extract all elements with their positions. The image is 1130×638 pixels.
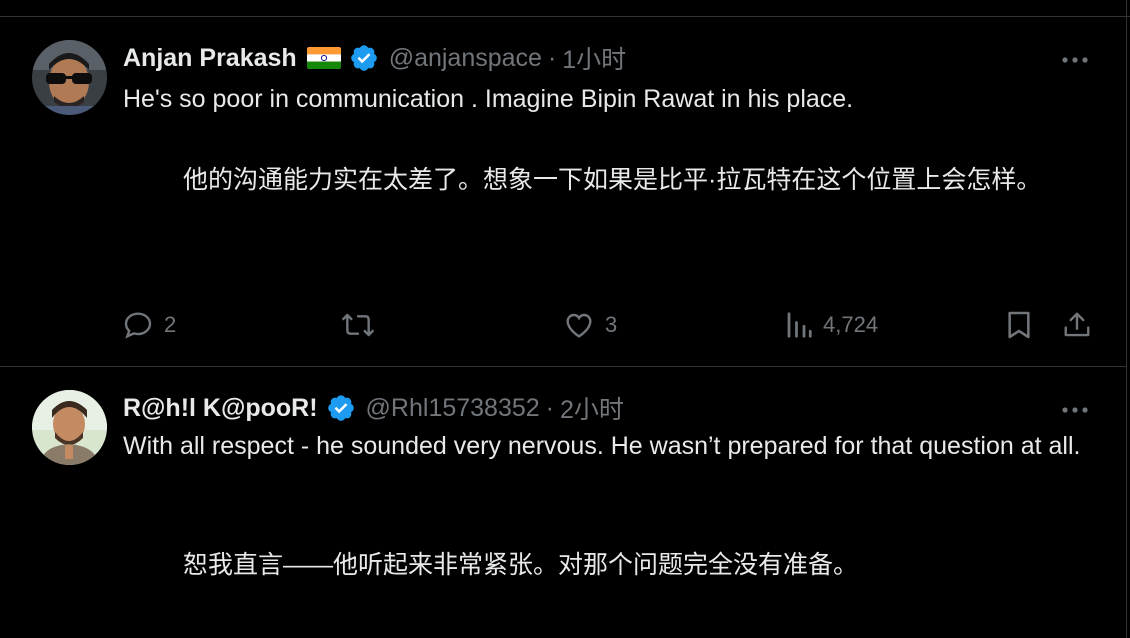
tweet-header: R@h!l K@pooR! @Rhl15738352 · 2小时	[123, 391, 624, 425]
tweet[interactable]: R@h!l K@pooR! @Rhl15738352 · 2小时 With al…	[0, 367, 1126, 638]
tweet-header: Anjan Prakash @anjanspace · 1小时	[123, 41, 626, 75]
avatar[interactable]	[32, 390, 107, 465]
timestamp[interactable]: 2小时	[560, 390, 624, 426]
display-name[interactable]: Anjan Prakash	[123, 44, 297, 73]
avatar[interactable]	[32, 40, 107, 115]
views-button[interactable]: 4,724	[785, 307, 878, 343]
tweet-translation: 他的沟通能力实在太差了。想象一下如果是比平·拉瓦特在这个位置上会怎样。	[183, 166, 1042, 194]
verified-badge-icon[interactable]	[349, 43, 379, 73]
reply-count: 2	[164, 312, 177, 337]
like-icon	[563, 309, 595, 341]
display-name[interactable]: R@h!l K@pooR!	[123, 394, 318, 423]
reply-button[interactable]: 2	[122, 307, 176, 343]
separator: ·	[547, 43, 557, 72]
tweet-actions: 2 3 4,724	[0, 307, 1126, 343]
bookmark-button[interactable]	[1004, 307, 1034, 343]
timestamp[interactable]: 1小时	[562, 40, 626, 76]
like-button[interactable]: 3	[563, 307, 617, 343]
handle[interactable]: @Rhl15738352	[366, 394, 540, 423]
tweet-text: He's so poor in communication . Imagine …	[123, 85, 854, 113]
handle[interactable]: @anjanspace	[389, 44, 542, 73]
repost-button[interactable]	[340, 307, 386, 343]
more-icon[interactable]	[1060, 45, 1090, 75]
tweet-feed: Anjan Prakash @anjanspace · 1小时 He's so …	[0, 0, 1130, 638]
reply-icon	[122, 309, 154, 341]
share-icon	[1062, 309, 1092, 341]
repost-icon	[340, 309, 376, 341]
tweet-translation: 恕我直言——他听起来非常紧张。对那个问题完全没有准备。	[183, 551, 859, 579]
bookmark-icon	[1004, 309, 1034, 341]
tweet[interactable]: Anjan Prakash @anjanspace · 1小时 He's so …	[0, 17, 1126, 366]
india-flag-icon	[306, 47, 341, 69]
verified-badge-icon[interactable]	[326, 393, 356, 423]
separator: ·	[545, 393, 554, 422]
views-icon	[785, 310, 813, 340]
column-border	[1126, 0, 1127, 638]
more-icon[interactable]	[1060, 395, 1090, 425]
tweet-text: With all respect - he sounded very nervo…	[123, 432, 1081, 460]
views-count: 4,724	[823, 312, 879, 337]
like-count: 3	[605, 312, 618, 337]
share-button[interactable]	[1062, 307, 1092, 343]
